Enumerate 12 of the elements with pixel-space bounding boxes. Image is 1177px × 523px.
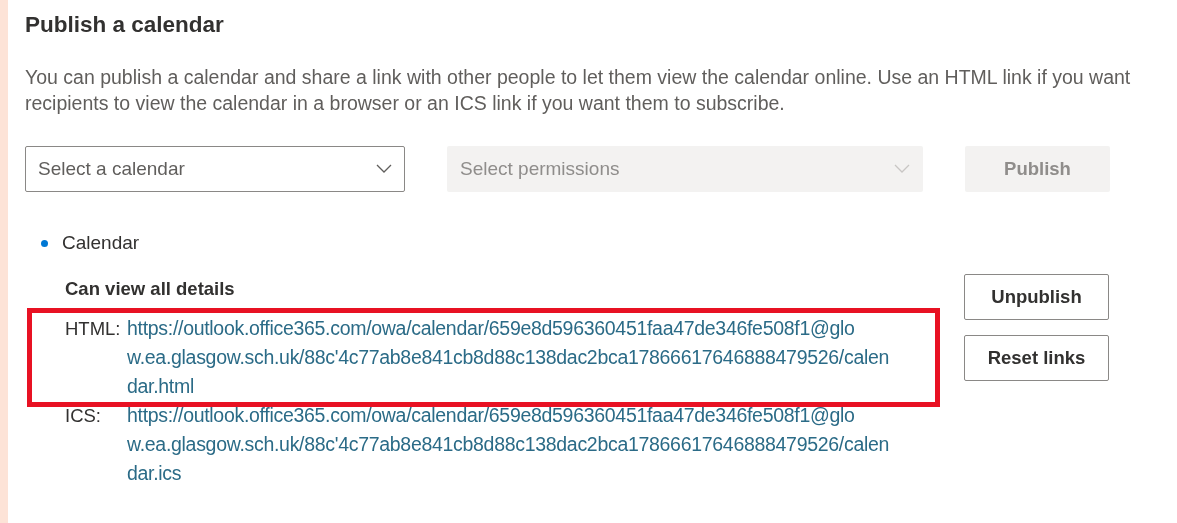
calendar-link[interactable]: https://outlook.office365.com/owa/calendar/659e8d596360451faa47de346fe508f1@glo w.ea.glasgow.sch.uk/88c'4c77ab8e841cb8d88c138dac2bca17866617646888479526/calen dar.ics — [127, 401, 890, 488]
page-title: Publish a calendar — [25, 12, 225, 38]
link-label: HTML: — [65, 317, 122, 341]
calendar-name: Calendar — [62, 232, 140, 254]
chevron-down-icon — [894, 164, 910, 174]
chevron-down-icon — [376, 164, 392, 174]
description-text: You can publish a calendar and share a link with other people to let them view the calendar online. Use an HTML link if you want recipients to view the calendar in a browser or an ICS link if you want them to subscribe. — [25, 65, 1132, 116]
action-button[interactable]: Reset links — [964, 335, 1109, 381]
permission-label: Can view all details — [65, 278, 236, 300]
action-button[interactable]: Unpublish — [964, 274, 1109, 320]
link-label: ICS: — [65, 404, 102, 428]
calendar-dropdown[interactable]: Select a calendar — [25, 146, 405, 192]
